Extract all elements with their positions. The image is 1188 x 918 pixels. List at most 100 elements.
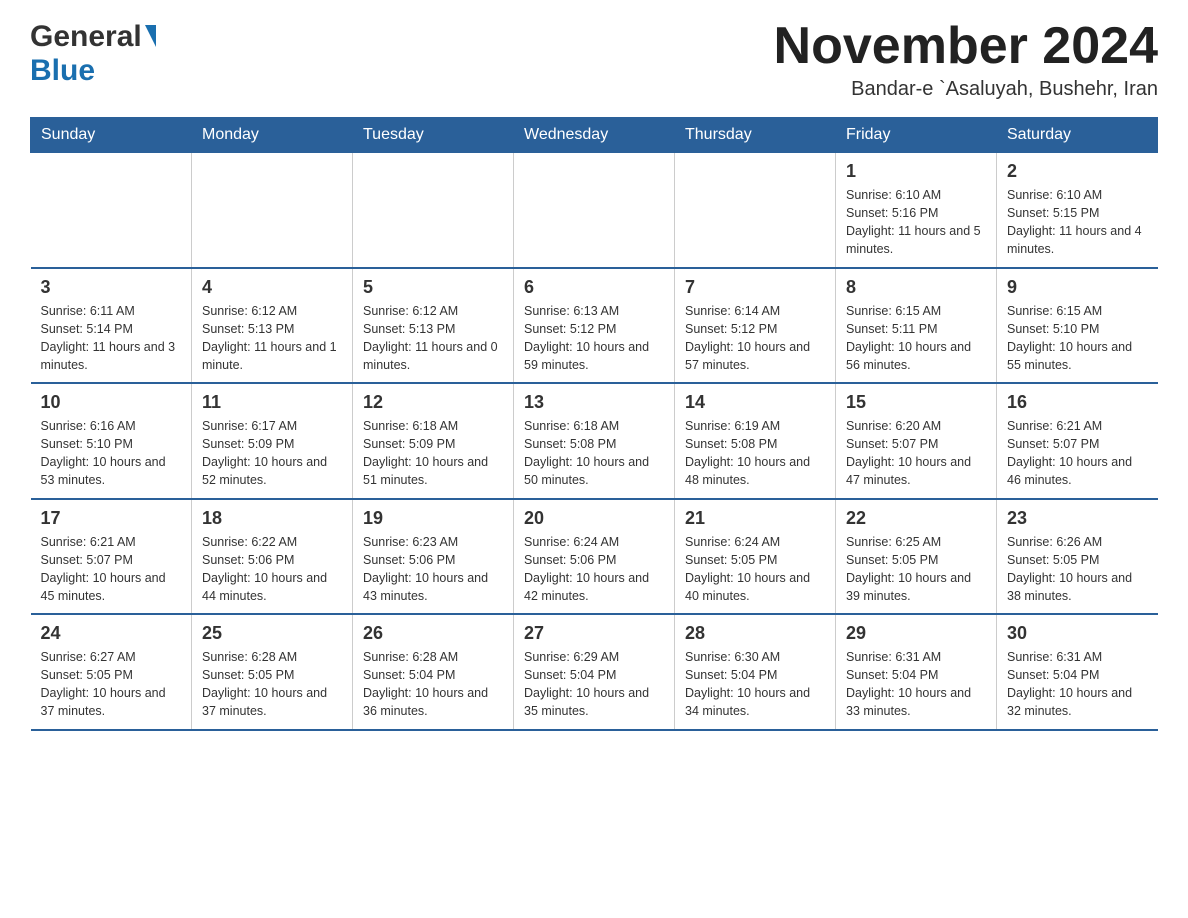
day-number: 28: [685, 623, 825, 644]
day-info: Sunrise: 6:21 AMSunset: 5:07 PMDaylight:…: [1007, 417, 1148, 490]
calendar-day-cell: [514, 153, 675, 268]
day-info: Sunrise: 6:31 AMSunset: 5:04 PMDaylight:…: [1007, 648, 1148, 721]
day-info: Sunrise: 6:12 AMSunset: 5:13 PMDaylight:…: [202, 302, 342, 375]
day-info: Sunrise: 6:27 AMSunset: 5:05 PMDaylight:…: [41, 648, 182, 721]
calendar-day-cell: 4 Sunrise: 6:12 AMSunset: 5:13 PMDaylight…: [192, 268, 353, 384]
page-header: General Blue November 2024 Bandar-e `Asa…: [30, 20, 1158, 101]
day-info: Sunrise: 6:11 AMSunset: 5:14 PMDaylight:…: [41, 302, 182, 375]
logo-general-text: General: [30, 20, 142, 54]
day-info: Sunrise: 6:20 AMSunset: 5:07 PMDaylight:…: [846, 417, 986, 490]
day-of-week-header: Tuesday: [353, 118, 514, 153]
day-number: 29: [846, 623, 986, 644]
calendar-day-cell: 28 Sunrise: 6:30 AMSunset: 5:04 PMDayligh…: [675, 614, 836, 730]
day-number: 20: [524, 508, 664, 529]
day-number: 14: [685, 392, 825, 413]
calendar-day-cell: 5 Sunrise: 6:12 AMSunset: 5:13 PMDaylight…: [353, 268, 514, 384]
calendar-header: SundayMondayTuesdayWednesdayThursdayFrid…: [31, 118, 1158, 153]
calendar-day-cell: 21 Sunrise: 6:24 AMSunset: 5:05 PMDayligh…: [675, 499, 836, 615]
calendar-day-cell: [31, 153, 192, 268]
calendar-day-cell: 1 Sunrise: 6:10 AMSunset: 5:16 PMDaylight…: [836, 153, 997, 268]
calendar-day-cell: [353, 153, 514, 268]
calendar-day-cell: 16 Sunrise: 6:21 AMSunset: 5:07 PMDayligh…: [997, 383, 1158, 499]
calendar-day-cell: 14 Sunrise: 6:19 AMSunset: 5:08 PMDayligh…: [675, 383, 836, 499]
logo-area: General Blue: [30, 20, 156, 88]
calendar-table: SundayMondayTuesdayWednesdayThursdayFrid…: [30, 117, 1158, 731]
calendar-day-cell: 26Sunrise: 6:28 AMSunset: 5:04 PMDayligh…: [353, 614, 514, 730]
day-info: Sunrise: 6:24 AMSunset: 5:06 PMDaylight:…: [524, 533, 664, 606]
day-info: Sunrise: 6:17 AMSunset: 5:09 PMDaylight:…: [202, 417, 342, 490]
day-number: 21: [685, 508, 825, 529]
location-subtitle: Bandar-e `Asaluyah, Bushehr, Iran: [774, 78, 1158, 101]
header-row: SundayMondayTuesdayWednesdayThursdayFrid…: [31, 118, 1158, 153]
day-number: 27: [524, 623, 664, 644]
day-info: Sunrise: 6:29 AMSunset: 5:04 PMDaylight:…: [524, 648, 664, 721]
day-of-week-header: Monday: [192, 118, 353, 153]
calendar-week-row: 10Sunrise: 6:16 AMSunset: 5:10 PMDayligh…: [31, 383, 1158, 499]
day-info: Sunrise: 6:16 AMSunset: 5:10 PMDaylight:…: [41, 417, 182, 490]
calendar-day-cell: 23 Sunrise: 6:26 AMSunset: 5:05 PMDayligh…: [997, 499, 1158, 615]
calendar-day-cell: 9 Sunrise: 6:15 AMSunset: 5:10 PMDaylight…: [997, 268, 1158, 384]
calendar-day-cell: 19Sunrise: 6:23 AMSunset: 5:06 PMDayligh…: [353, 499, 514, 615]
day-number: 22: [846, 508, 986, 529]
day-info: Sunrise: 6:10 AMSunset: 5:16 PMDaylight:…: [846, 186, 986, 259]
day-number: 1: [846, 161, 986, 182]
calendar-day-cell: [192, 153, 353, 268]
day-number: 17: [41, 508, 182, 529]
calendar-week-row: 1 Sunrise: 6:10 AMSunset: 5:16 PMDaylight…: [31, 153, 1158, 268]
calendar-day-cell: 7 Sunrise: 6:14 AMSunset: 5:12 PMDaylight…: [675, 268, 836, 384]
logo-blue-text: Blue: [30, 54, 95, 87]
day-info: Sunrise: 6:30 AMSunset: 5:04 PMDaylight:…: [685, 648, 825, 721]
day-of-week-header: Saturday: [997, 118, 1158, 153]
day-info: Sunrise: 6:22 AMSunset: 5:06 PMDaylight:…: [202, 533, 342, 606]
calendar-day-cell: 24 Sunrise: 6:27 AMSunset: 5:05 PMDayligh…: [31, 614, 192, 730]
calendar-day-cell: 29 Sunrise: 6:31 AMSunset: 5:04 PMDayligh…: [836, 614, 997, 730]
day-number: 4: [202, 277, 342, 298]
calendar-week-row: 24 Sunrise: 6:27 AMSunset: 5:05 PMDayligh…: [31, 614, 1158, 730]
day-info: Sunrise: 6:19 AMSunset: 5:08 PMDaylight:…: [685, 417, 825, 490]
day-number: 19: [363, 508, 503, 529]
day-number: 30: [1007, 623, 1148, 644]
day-number: 23: [1007, 508, 1148, 529]
day-info: Sunrise: 6:24 AMSunset: 5:05 PMDaylight:…: [685, 533, 825, 606]
day-info: Sunrise: 6:15 AMSunset: 5:11 PMDaylight:…: [846, 302, 986, 375]
day-number: 16: [1007, 392, 1148, 413]
calendar-day-cell: 27 Sunrise: 6:29 AMSunset: 5:04 PMDayligh…: [514, 614, 675, 730]
title-area: November 2024 Bandar-e `Asaluyah, Busheh…: [774, 20, 1158, 101]
calendar-week-row: 3 Sunrise: 6:11 AMSunset: 5:14 PMDaylight…: [31, 268, 1158, 384]
day-info: Sunrise: 6:25 AMSunset: 5:05 PMDaylight:…: [846, 533, 986, 606]
day-number: 3: [41, 277, 182, 298]
day-info: Sunrise: 6:31 AMSunset: 5:04 PMDaylight:…: [846, 648, 986, 721]
day-info: Sunrise: 6:12 AMSunset: 5:13 PMDaylight:…: [363, 302, 503, 375]
day-info: Sunrise: 6:28 AMSunset: 5:05 PMDaylight:…: [202, 648, 342, 721]
day-info: Sunrise: 6:21 AMSunset: 5:07 PMDaylight:…: [41, 533, 182, 606]
calendar-day-cell: 15 Sunrise: 6:20 AMSunset: 5:07 PMDayligh…: [836, 383, 997, 499]
day-number: 2: [1007, 161, 1148, 182]
calendar-day-cell: 30 Sunrise: 6:31 AMSunset: 5:04 PMDayligh…: [997, 614, 1158, 730]
logo-triangle-icon: [145, 25, 156, 47]
day-number: 9: [1007, 277, 1148, 298]
calendar-day-cell: 6Sunrise: 6:13 AMSunset: 5:12 PMDaylight…: [514, 268, 675, 384]
day-number: 15: [846, 392, 986, 413]
day-number: 25: [202, 623, 342, 644]
day-of-week-header: Wednesday: [514, 118, 675, 153]
day-number: 7: [685, 277, 825, 298]
day-info: Sunrise: 6:13 AMSunset: 5:12 PMDaylight:…: [524, 302, 664, 375]
day-number: 24: [41, 623, 182, 644]
day-number: 8: [846, 277, 986, 298]
day-info: Sunrise: 6:15 AMSunset: 5:10 PMDaylight:…: [1007, 302, 1148, 375]
day-info: Sunrise: 6:26 AMSunset: 5:05 PMDaylight:…: [1007, 533, 1148, 606]
calendar-day-cell: 3 Sunrise: 6:11 AMSunset: 5:14 PMDaylight…: [31, 268, 192, 384]
day-info: Sunrise: 6:28 AMSunset: 5:04 PMDaylight:…: [363, 648, 503, 721]
day-of-week-header: Friday: [836, 118, 997, 153]
day-of-week-header: Thursday: [675, 118, 836, 153]
day-number: 5: [363, 277, 503, 298]
day-info: Sunrise: 6:14 AMSunset: 5:12 PMDaylight:…: [685, 302, 825, 375]
calendar-day-cell: 17 Sunrise: 6:21 AMSunset: 5:07 PMDayligh…: [31, 499, 192, 615]
calendar-day-cell: [675, 153, 836, 268]
day-number: 12: [363, 392, 503, 413]
calendar-body: 1 Sunrise: 6:10 AMSunset: 5:16 PMDaylight…: [31, 153, 1158, 730]
day-number: 13: [524, 392, 664, 413]
calendar-day-cell: 20 Sunrise: 6:24 AMSunset: 5:06 PMDayligh…: [514, 499, 675, 615]
calendar-day-cell: 13Sunrise: 6:18 AMSunset: 5:08 PMDayligh…: [514, 383, 675, 499]
day-number: 11: [202, 392, 342, 413]
